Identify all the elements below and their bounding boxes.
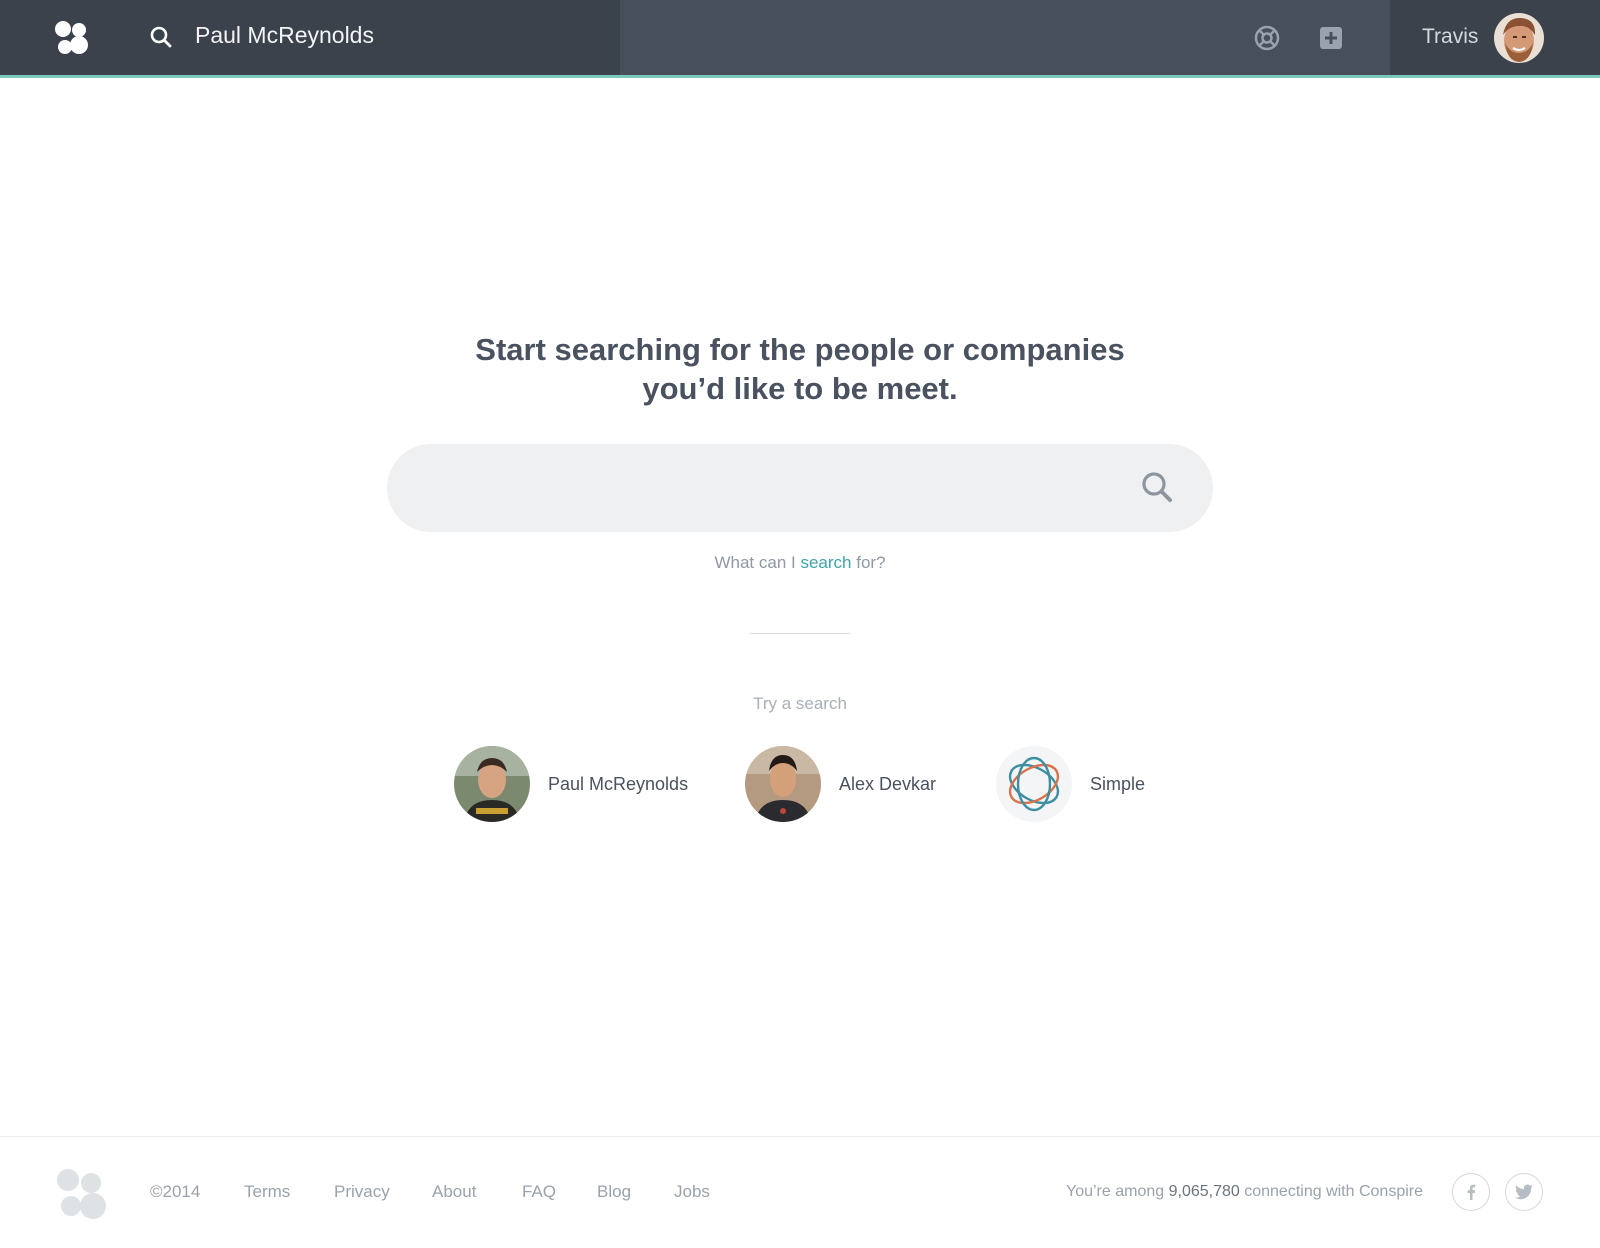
suggestion-avatar	[745, 746, 821, 822]
footer-link-about[interactable]: About	[432, 1182, 476, 1202]
page-headline: Start searching for the people or compan…	[300, 330, 1300, 408]
try-search-label: Try a search	[753, 694, 847, 713]
logo-icon[interactable]	[56, 1168, 108, 1220]
stat-prefix: You’re among	[1065, 1183, 1165, 1200]
logo-link[interactable]	[0, 0, 120, 75]
main-search-input[interactable]	[427, 468, 1107, 508]
suggestion-label: Paul McReynolds	[548, 773, 689, 794]
facebook-button[interactable]	[1452, 1173, 1490, 1211]
user-menu[interactable]: Travis	[1390, 0, 1600, 75]
suggestion-label: Simple	[1090, 773, 1146, 794]
header-search[interactable]: Paul McReynolds	[120, 0, 620, 75]
logo-icon	[55, 21, 88, 54]
suggestion-paul-mcreynolds[interactable]: Paul McReynolds	[454, 746, 688, 822]
suggestion-label: Alex Devkar	[839, 773, 937, 794]
footer-link-terms[interactable]: Terms	[244, 1182, 290, 1202]
header-search-query[interactable]: Paul McReynolds	[195, 22, 374, 49]
headline-line-2: you’d like to be meet.	[642, 371, 958, 406]
plus-icon[interactable]	[1318, 25, 1344, 51]
footer-link-jobs[interactable]: Jobs	[674, 1182, 710, 1202]
main-search-box[interactable]	[387, 444, 1213, 532]
suggestion-alex-devkar[interactable]: Alex Devkar	[745, 746, 936, 822]
member-count-text: You’re among 9,065,780 connecting with C…	[1010, 1183, 1423, 1201]
user-name: Travis	[1422, 25, 1479, 48]
help-icon[interactable]	[1254, 25, 1280, 51]
twitter-button[interactable]	[1505, 1173, 1543, 1211]
footer-link-faq[interactable]: FAQ	[522, 1182, 556, 1202]
headline-line-1: Start searching for the people or compan…	[475, 332, 1125, 367]
search-icon[interactable]	[1141, 471, 1173, 503]
search-icon[interactable]	[150, 26, 172, 48]
section-divider	[750, 633, 850, 634]
user-avatar[interactable]	[1494, 13, 1544, 63]
copyright: ©2014	[150, 1182, 201, 1201]
twitter-icon	[1515, 1184, 1533, 1200]
company-logo	[996, 746, 1072, 822]
stat-suffix: connecting with Conspire	[1244, 1183, 1423, 1200]
member-count: 9,065,780	[1168, 1183, 1240, 1200]
top-navigation-bar: Paul McReynolds Travis	[0, 0, 1600, 75]
footer-link-blog[interactable]: Blog	[597, 1182, 631, 1202]
footer-link-privacy[interactable]: Privacy	[334, 1182, 390, 1202]
footer-divider	[0, 1136, 1600, 1137]
suggestion-avatar	[454, 746, 530, 822]
facebook-icon	[1467, 1184, 1476, 1200]
header-accent-line	[0, 75, 1600, 78]
search-help-text: What can I search for?	[300, 553, 1300, 573]
search-help-link[interactable]: search	[800, 553, 851, 572]
suggestion-simple[interactable]: Simple	[996, 746, 1145, 822]
help-prefix: What can I	[714, 553, 796, 572]
help-suffix: for?	[856, 553, 886, 572]
